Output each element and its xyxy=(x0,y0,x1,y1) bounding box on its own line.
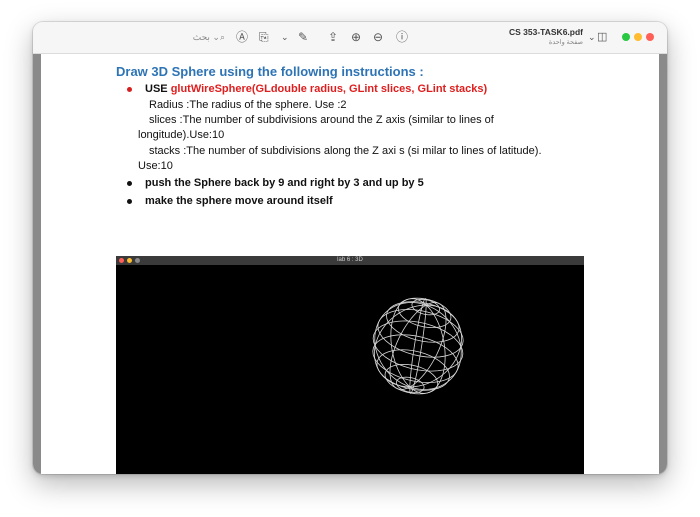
traffic-yellow[interactable] xyxy=(634,33,642,41)
zoom-in-icon[interactable]: ⊕ xyxy=(351,29,361,45)
search-icon: ⌄⌕ xyxy=(212,32,225,42)
sphere-stack-line xyxy=(372,320,464,372)
traffic-red[interactable] xyxy=(646,33,654,41)
bullet xyxy=(127,181,132,186)
bullet xyxy=(127,199,132,204)
chevron-down-icon[interactable]: ⌄ xyxy=(281,29,289,45)
pdf-page: Draw 3D Sphere using the following instr… xyxy=(41,54,659,474)
sphere-slice-line xyxy=(389,304,427,390)
function-signature: glutWireSphere(GLdouble radius, GLint sl… xyxy=(170,83,488,95)
opengl-screenshot: lab 6 : 3D xyxy=(116,256,584,474)
info-icon[interactable]: ⓘ xyxy=(396,29,408,45)
pen-icon[interactable]: ✎ xyxy=(298,29,308,45)
sphere-slice-line xyxy=(409,302,447,388)
radius-line: Radius :The radius of the sphere. Use :2 xyxy=(149,99,347,111)
chevron-down-icon[interactable]: ⌄ xyxy=(588,29,596,45)
search-placeholder: بحث xyxy=(192,32,210,42)
sidebar-icon[interactable]: ◫ xyxy=(597,29,607,45)
rotate-instruction: make the sphere move around itself xyxy=(145,195,333,207)
page-border-right xyxy=(659,54,667,474)
search-field[interactable]: بحث ⌄⌕ xyxy=(185,29,225,45)
push-instruction: push the Sphere back by 9 and right by 3… xyxy=(145,177,424,189)
slices-line-cont: longitude).Use:10 xyxy=(138,129,225,141)
wire-sphere xyxy=(372,297,464,395)
instruction-use: USE glutWireSphere(GLdouble radius, GLin… xyxy=(145,82,487,96)
document-subtitle: صفحة واحدة xyxy=(548,39,583,46)
bullet xyxy=(127,87,132,92)
markup-icon[interactable]: Ⓐ xyxy=(236,29,248,45)
page-heading: Draw 3D Sphere using the following instr… xyxy=(116,64,424,79)
slices-line: slices :The number of subdivisions aroun… xyxy=(149,114,494,126)
stacks-line: stacks :The number of subdivisions along… xyxy=(149,145,542,157)
zoom-out-icon[interactable]: ⊖ xyxy=(373,29,383,45)
rotate-icon[interactable]: ⎘ xyxy=(259,29,269,45)
share-icon[interactable]: ⇪ xyxy=(328,29,338,45)
stacks-line-cont: Use:10 xyxy=(138,160,173,172)
traffic-green[interactable] xyxy=(622,33,630,41)
use-prefix: USE xyxy=(145,83,171,95)
document-title: CS 353-TASK6.pdf xyxy=(509,27,583,37)
toolbar: بحث ⌄⌕ Ⓐ ⎘ ⌄ ✎ ⇪ ⊕ ⊖ ⓘ CS 353-TASK6.pdf … xyxy=(33,22,667,54)
page-border-left xyxy=(33,54,41,474)
preview-window: بحث ⌄⌕ Ⓐ ⎘ ⌄ ✎ ⇪ ⊕ ⊖ ⓘ CS 353-TASK6.pdf … xyxy=(33,22,667,474)
